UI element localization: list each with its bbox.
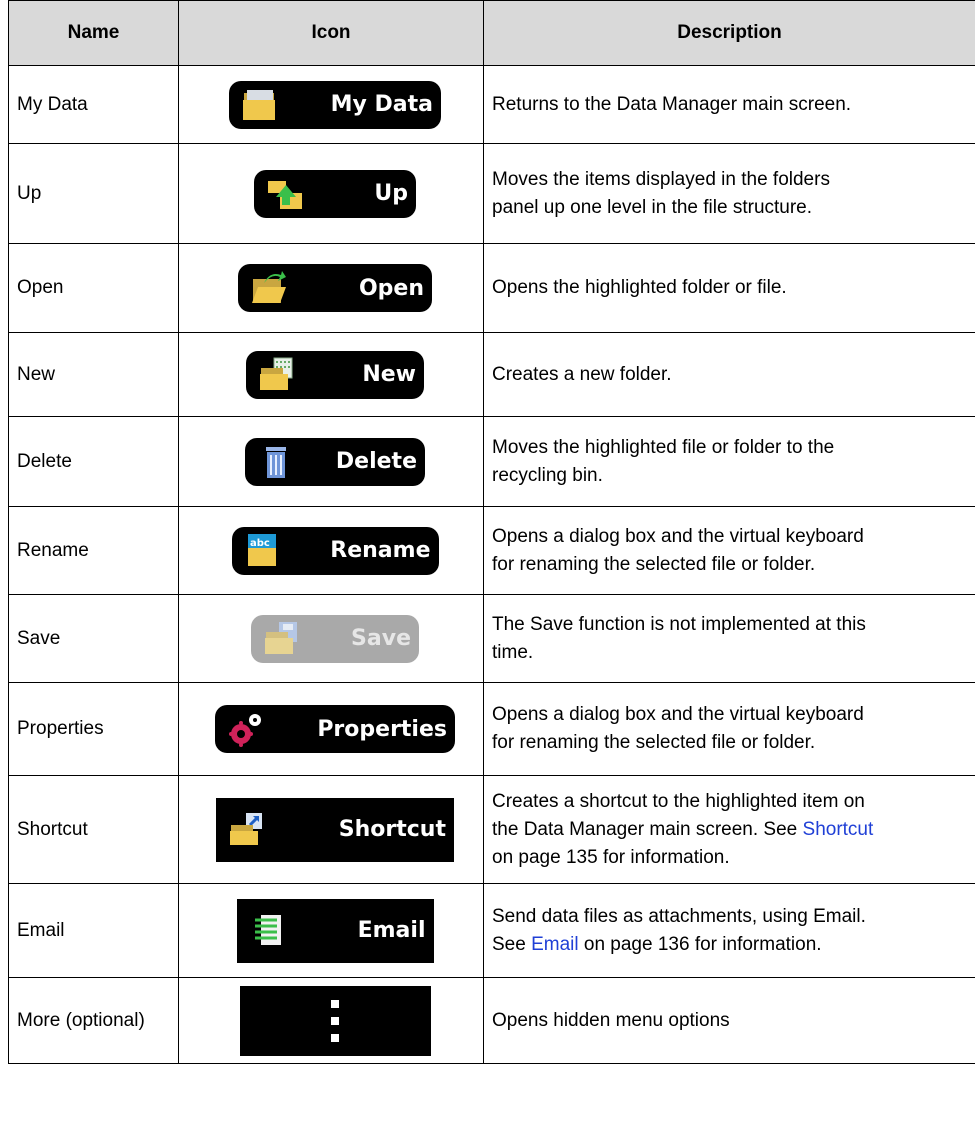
row-name: My Data [8,65,179,144]
row-name: New [8,332,179,417]
row-description: Opens hidden menu options [483,977,975,1064]
row-icon-cell: abc Rename [178,506,484,595]
row-description: Opens the highlighted folder or file. [483,243,975,333]
more-button[interactable] [239,985,431,1056]
new-label: New [362,362,416,387]
up-label: Up [374,181,408,206]
row-name: More (optional) [8,977,179,1064]
table-row: New New Creates a new folder. [8,332,975,417]
up-button[interactable]: Up [254,169,416,218]
row-icon-cell: Open [178,243,484,333]
shortcut-folder-icon [230,812,262,845]
table-row: Properties Properties Opens a dialog box… [8,682,975,776]
row-description: Moves the highlighted file or folder to … [483,416,975,507]
table-header-row: Name Icon Description [8,0,975,66]
row-icon-cell: Properties [178,682,484,776]
delete-button[interactable]: Delete [245,437,425,486]
row-icon-cell: Up [178,143,484,244]
save-label: Save [351,626,411,651]
row-name: Delete [8,416,179,507]
row-icon-cell: Shortcut [178,775,484,884]
properties-button[interactable]: Properties [215,705,455,753]
folder-up-arrow-icon [268,180,302,209]
row-description: Opens a dialog box and the virtual keybo… [483,682,975,776]
row-name: Email [8,883,179,978]
gears-icon [229,714,261,747]
table-row: Shortcut Shortcut Creates a shortcut to … [8,775,975,884]
shortcut-button[interactable]: Shortcut [216,797,454,862]
header-description: Description [483,0,975,66]
my-data-button[interactable]: My Data [229,80,441,129]
row-name: Save [8,594,179,683]
row-description: Send data files as attachments, using Em… [483,883,975,978]
rename-label: Rename [330,538,431,563]
open-folder-icon [252,271,286,303]
row-name: Properties [8,682,179,776]
shortcut-link[interactable]: Shortcut [803,819,874,840]
row-description: Opens a dialog box and the virtual keybo… [483,506,975,595]
save-folder-icon [265,621,297,654]
email-button[interactable]: Email [236,898,434,963]
document-icon [254,914,281,945]
table-row: Save Save The Save function is not imple… [8,594,975,683]
open-button[interactable]: Open [238,264,432,312]
row-name: Shortcut [8,775,179,884]
table-row: Delete Delete Moves the highlighted file… [8,416,975,507]
row-icon-cell: Delete [178,416,484,507]
rename-button[interactable]: abc Rename [231,526,439,575]
row-icon-cell: My Data [178,65,484,144]
folder-icon [243,89,275,120]
properties-label: Properties [317,716,447,742]
table-row: Rename abc Rename Opens a dialog box and… [8,506,975,595]
save-button: Save [251,614,419,663]
header-name: Name [8,0,179,66]
new-button[interactable]: New [246,350,424,399]
row-icon-cell: New [178,332,484,417]
vertical-dots-icon [331,999,339,1008]
row-description: The Save function is not implemented at … [483,594,975,683]
table-row: Open Open Opens the highlighted folder o… [8,243,975,333]
new-folder-icon [260,357,293,390]
email-link[interactable]: Email [531,934,579,955]
row-icon-cell [178,977,484,1064]
rename-folder-icon: abc [247,533,276,566]
row-description: Creates a new folder. [483,332,975,417]
my-data-label: My Data [330,92,433,117]
table-row: My Data My Data Returns to the Data Mana… [8,65,975,144]
table-row: Email Email Send data files as attachmen… [8,883,975,978]
row-description: Returns to the Data Manager main screen. [483,65,975,144]
delete-label: Delete [335,449,417,474]
row-description: Moves the items displayed in the folders… [483,143,975,244]
header-icon: Icon [178,0,484,66]
email-label: Email [357,918,426,943]
open-label: Open [358,275,424,301]
trash-icon [266,446,286,478]
svg-text:abc: abc [250,538,270,549]
row-icon-cell: Email [178,883,484,978]
row-name: Rename [8,506,179,595]
row-name: Open [8,243,179,333]
shortcut-label: Shortcut [338,817,446,842]
table-row: Up Up Moves the items displayed in the f… [8,143,975,244]
row-name: Up [8,143,179,244]
function-table: Name Icon Description My Data My Data Re… [8,0,975,1064]
row-description: Creates a shortcut to the highlighted it… [483,775,975,884]
row-icon-cell: Save [178,594,484,683]
table-row: More (optional) Opens hidden menu option… [8,977,975,1064]
